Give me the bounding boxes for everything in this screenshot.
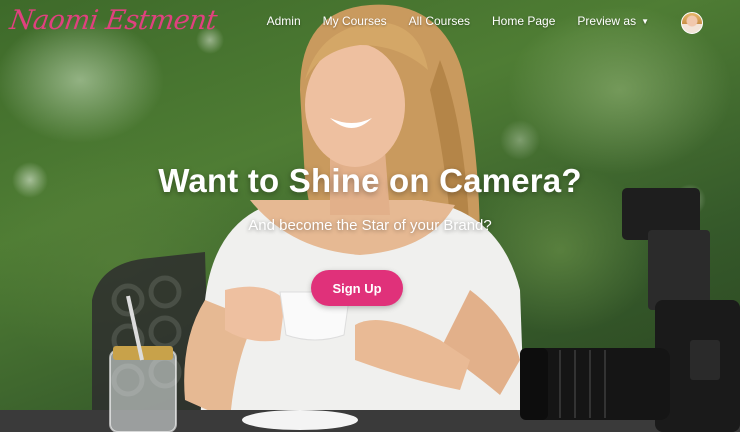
hero-section: Naomi Estment Admin My Courses All Cours… xyxy=(0,0,740,432)
preview-as-label: Preview as xyxy=(577,14,637,28)
nav-item-preview-as[interactable]: Preview as ▼ xyxy=(566,14,660,28)
nav-item-admin[interactable]: Admin xyxy=(256,14,312,28)
sign-up-button[interactable]: Sign Up xyxy=(311,270,403,306)
caret-down-icon: ▼ xyxy=(641,17,649,26)
nav-item-all-courses[interactable]: All Courses xyxy=(398,14,481,28)
hero-subheadline: And become the Star of your Brand? xyxy=(248,217,492,234)
hero-headline: Want to Shine on Camera? xyxy=(158,162,582,199)
user-avatar-icon[interactable] xyxy=(681,12,703,34)
nav-links: Admin My Courses All Courses Home Page P… xyxy=(256,14,660,28)
nav-item-my-courses[interactable]: My Courses xyxy=(312,14,398,28)
top-navbar: Naomi Estment Admin My Courses All Cours… xyxy=(0,0,740,44)
brand-logo[interactable]: Naomi Estment xyxy=(8,5,219,36)
nav-item-home-page[interactable]: Home Page xyxy=(481,14,566,28)
hero-background-photo xyxy=(0,4,740,432)
